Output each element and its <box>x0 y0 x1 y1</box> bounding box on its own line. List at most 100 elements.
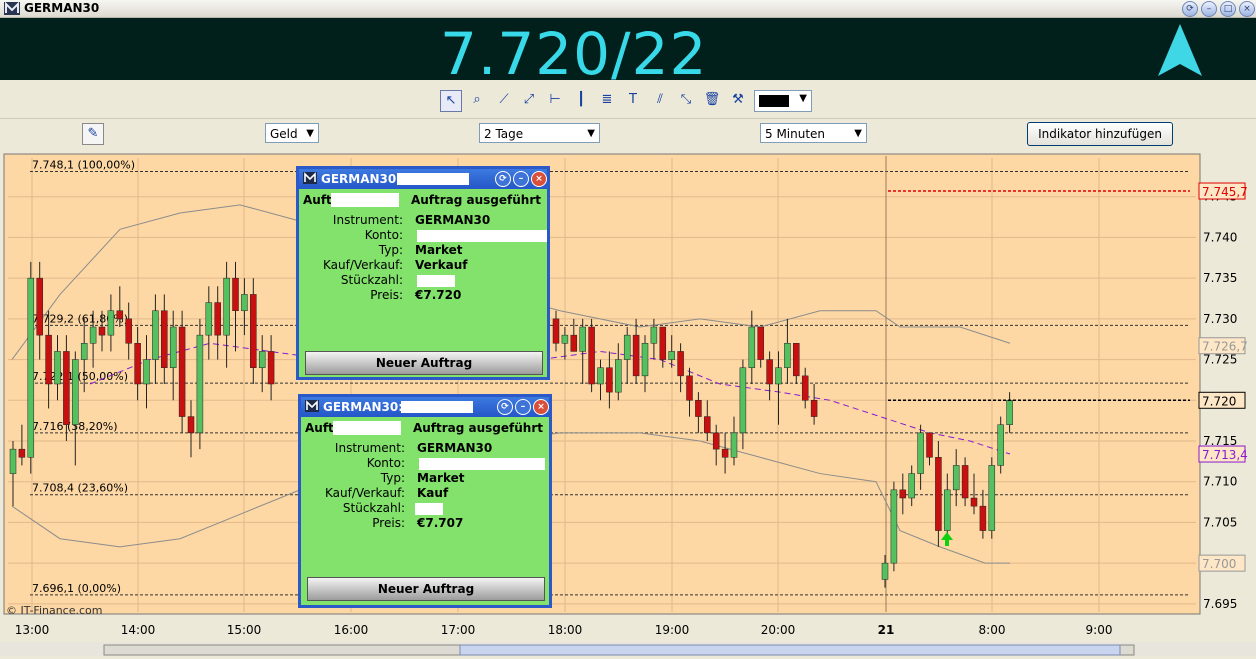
candle-body <box>677 351 684 377</box>
maximize-button[interactable]: □ <box>1220 1 1236 17</box>
chevron-down-icon: ▼ <box>799 93 807 104</box>
trash-icon[interactable]: 🗑 <box>702 90 722 110</box>
refresh-icon[interactable]: ⟳ <box>495 171 511 187</box>
window-titlebar: GERMAN30 ⟳ – □ × <box>0 0 1256 18</box>
fib-level-label: 7.708,4 (23,60%) <box>32 482 128 495</box>
candle-body <box>623 334 631 360</box>
candle-body <box>668 351 675 360</box>
close-button[interactable]: × <box>533 399 549 415</box>
side-value: Verkauf <box>415 258 468 272</box>
candle-body <box>988 465 996 531</box>
add-indicator-button[interactable]: Indikator hinzufügen <box>1027 122 1173 146</box>
account-redacted <box>419 458 545 470</box>
line-tool-icon[interactable]: ⟋ <box>494 90 514 110</box>
channel-tool-icon[interactable]: ⫽ <box>650 90 670 110</box>
candle-body <box>793 343 800 377</box>
vertical-line-tool-icon[interactable]: ┃ <box>571 90 591 110</box>
minimize-button[interactable]: – <box>1201 1 1217 17</box>
drawing-toolbar: ↖ ⌕ ⟋ ⤢ ⊢ ┃ ≣ T ⫽ ⤡ 🗑 ⚒ ▼ <box>0 86 1256 116</box>
price-marker-label: 7.745,7 <box>1202 185 1248 199</box>
candle-body <box>27 277 35 458</box>
arrow-tool-icon[interactable]: ⤡ <box>676 90 696 110</box>
minimize-button[interactable]: – <box>513 171 529 187</box>
candle-body <box>721 448 729 458</box>
window-title: GERMAN30 <box>24 1 100 15</box>
order-dialog-buy[interactable]: GERMAN30: ⟳ – × Auftrag Auftrag ausgefüh… <box>298 394 552 608</box>
range-value: 2 Tage <box>484 127 524 141</box>
x-tick-label: 21 <box>878 623 895 637</box>
chart-area[interactable]: 13:00 14:00 15:00 16:00 17:00 18:00 19:00 20:00… <box>0 152 1256 656</box>
ray-tool-icon[interactable]: ⤢ <box>519 90 539 110</box>
refresh-icon[interactable]: ⟳ <box>497 399 513 415</box>
chart-settings-toolbar: ✎ Geld ▼ 2 Tage ▼ 5 Minuten ▼ Indikator … <box>0 118 1256 151</box>
order-status: Auftrag ausgeführt <box>410 193 541 207</box>
candle-body <box>196 334 204 434</box>
candle-body <box>169 326 177 368</box>
candle-body <box>686 375 693 401</box>
settings-tools-icon[interactable]: ⚒ <box>728 90 748 110</box>
minimize-button[interactable]: – <box>515 399 531 415</box>
candle-body <box>935 457 942 531</box>
type-label: Typ: <box>378 243 403 257</box>
chevron-down-icon: ▼ <box>587 128 595 139</box>
y-tick-label: 7.710 <box>1203 475 1237 489</box>
price-label: Preis: <box>372 516 405 530</box>
candle-body <box>116 310 124 320</box>
interval-select[interactable]: 5 Minuten ▼ <box>760 123 867 143</box>
candle-body <box>766 359 773 385</box>
horizontal-line-tool-icon[interactable]: ⊢ <box>545 90 565 110</box>
candle-body <box>36 277 43 336</box>
new-order-button[interactable]: Neuer Auftrag <box>307 577 545 601</box>
new-order-button[interactable]: Neuer Auftrag <box>305 351 543 375</box>
order-status: Auftrag ausgeführt <box>412 421 543 435</box>
x-tick-label: 19:00 <box>655 623 690 637</box>
fib-level-label: 7.696,1 (0,00%) <box>32 582 121 595</box>
close-button[interactable]: × <box>1239 1 1255 17</box>
price-marker-label: 7.700 <box>1202 557 1236 571</box>
text-tool-icon[interactable]: T <box>623 90 643 110</box>
order-dialog-sell[interactable]: GERMAN30: ⟳ – × Auftrag Auftrag ausgefüh… <box>296 166 550 380</box>
type-value: Market <box>417 471 465 485</box>
price-value: €7.707 <box>417 516 464 530</box>
dialog-header: Auftrag Auftrag ausgeführt <box>305 421 545 435</box>
candle-body <box>98 326 106 336</box>
candle-body <box>89 326 97 344</box>
candle-body <box>232 277 239 311</box>
chart-style-icon[interactable]: ✎ <box>82 123 104 145</box>
candle-body <box>250 294 257 368</box>
candle-body <box>125 318 132 344</box>
candle-body <box>267 351 275 385</box>
help-icon[interactable]: ⟳ <box>1182 1 1198 17</box>
candle-body <box>178 326 186 417</box>
interval-value: 5 Minuten <box>765 127 826 141</box>
candle-body <box>641 343 649 377</box>
x-tick-label: 9:00 <box>1086 623 1113 637</box>
candle-body <box>757 326 764 360</box>
fibonacci-tool-icon[interactable]: ≣ <box>597 90 617 110</box>
candle-body <box>134 343 141 385</box>
candle-body <box>784 343 791 368</box>
instrument-label: Instrument: <box>334 441 405 455</box>
type-value: Market <box>415 243 463 257</box>
watermark-text: © IT-Finance.com <box>6 604 103 617</box>
color-picker[interactable]: ▼ <box>754 90 812 112</box>
candle-body <box>712 432 720 450</box>
candle-body <box>258 351 266 368</box>
quantity-label: Stückzahl: <box>340 273 403 287</box>
range-select[interactable]: 2 Tage ▼ <box>479 123 600 143</box>
candlestick-chart[interactable]: 13:00 14:00 15:00 16:00 17:00 18:00 19:00 20:00… <box>0 152 1256 656</box>
x-tick-label: 17:00 <box>441 623 476 637</box>
candle-body <box>597 367 604 385</box>
app-logo-icon <box>303 172 317 184</box>
y-tick-label: 7.695 <box>1203 597 1237 611</box>
candle-body <box>63 351 70 425</box>
candle-body <box>241 294 248 311</box>
x-tick-label: 13:00 <box>15 623 50 637</box>
x-tick-label: 16:00 <box>334 623 369 637</box>
zoom-tool-icon[interactable]: ⌕ <box>467 90 487 110</box>
candle-body <box>881 562 889 580</box>
close-button[interactable]: × <box>531 171 547 187</box>
pointer-tool-icon[interactable]: ↖ <box>440 90 462 112</box>
account-label: Konto: <box>364 228 403 242</box>
quote-type-select[interactable]: Geld ▼ <box>265 123 319 143</box>
